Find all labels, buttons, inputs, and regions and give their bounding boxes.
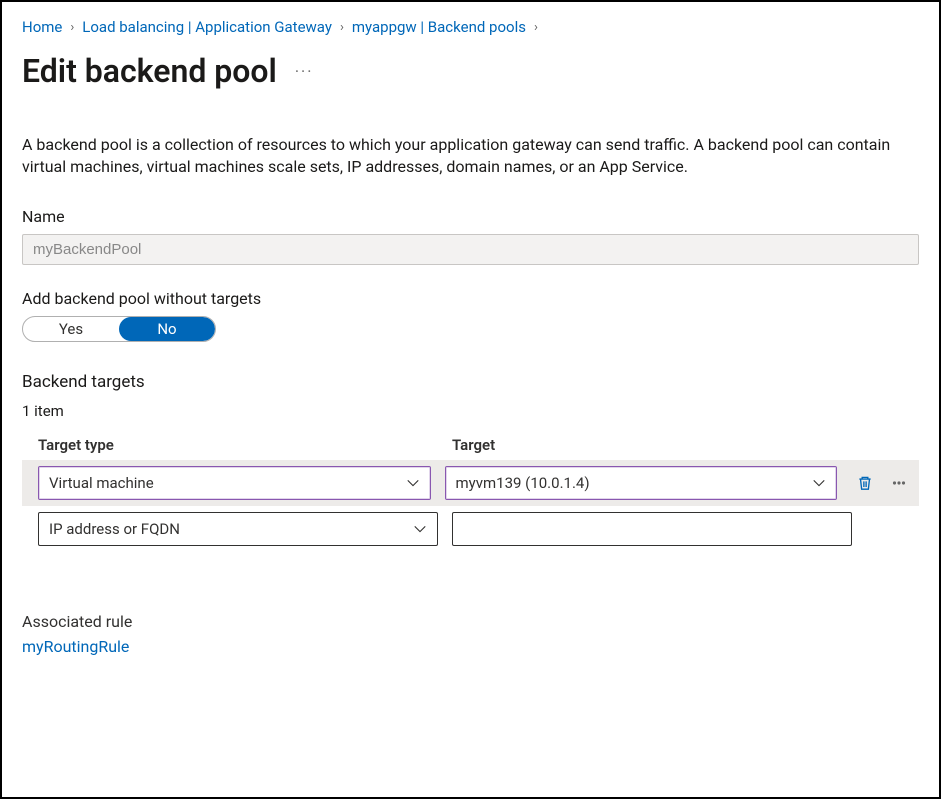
page-description: A backend pool is a collection of resour… [22, 134, 912, 179]
breadcrumb-backend-pools[interactable]: myappgw | Backend pools [352, 18, 526, 36]
row-more-button[interactable] [885, 469, 913, 497]
target-input[interactable] [452, 512, 852, 546]
page-title: Edit backend pool [22, 52, 277, 90]
without-targets-toggle[interactable]: Yes No [22, 316, 216, 342]
chevron-down-icon [406, 476, 420, 490]
chevron-right-icon: › [340, 20, 344, 35]
table-row: IP address or FQDN [22, 506, 919, 552]
chevron-right-icon: › [70, 20, 74, 35]
toggle-no[interactable]: No [119, 317, 215, 341]
name-label: Name [22, 207, 919, 226]
backend-targets-count: 1 item [22, 402, 919, 420]
toggle-yes[interactable]: Yes [23, 317, 119, 341]
breadcrumb: Home › Load balancing | Application Gate… [22, 18, 919, 42]
delete-button[interactable] [851, 469, 879, 497]
backend-targets-heading: Backend targets [22, 372, 919, 392]
breadcrumb-load-balancing[interactable]: Load balancing | Application Gateway [82, 18, 332, 36]
column-target-type: Target type [38, 436, 438, 454]
more-actions-button[interactable]: ··· [291, 58, 318, 85]
associated-rule-label: Associated rule [22, 612, 919, 631]
target-type-select[interactable]: IP address or FQDN [38, 512, 438, 546]
table-row: Virtual machine myvm139 (10.0.1.4) [22, 460, 919, 506]
trash-icon [856, 474, 874, 492]
targets-header: Target type Target [22, 436, 919, 460]
ellipsis-icon [890, 474, 908, 492]
column-target: Target [452, 436, 852, 454]
target-value: myvm139 (10.0.1.4) [456, 474, 590, 492]
target-select[interactable]: myvm139 (10.0.1.4) [445, 466, 838, 500]
chevron-down-icon [812, 476, 826, 490]
chevron-right-icon: › [534, 20, 538, 35]
breadcrumb-home[interactable]: Home [22, 18, 62, 36]
target-type-value: Virtual machine [49, 474, 154, 492]
chevron-down-icon [413, 522, 427, 536]
associated-rule-link[interactable]: myRoutingRule [22, 637, 129, 656]
without-targets-label: Add backend pool without targets [22, 289, 919, 308]
name-field [22, 234, 919, 265]
target-type-select[interactable]: Virtual machine [38, 466, 431, 500]
target-type-value: IP address or FQDN [49, 520, 180, 538]
